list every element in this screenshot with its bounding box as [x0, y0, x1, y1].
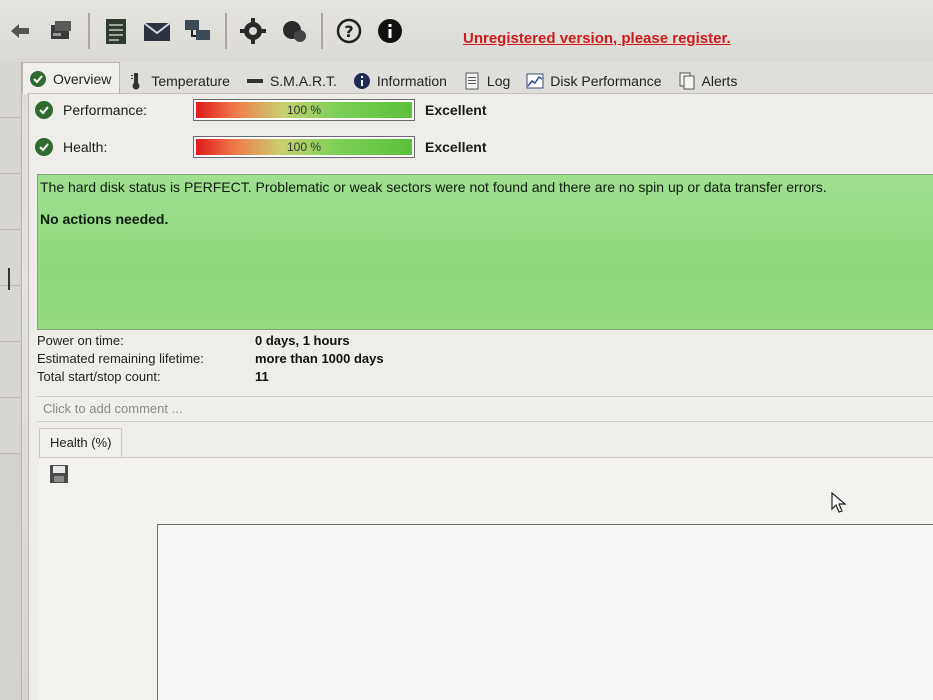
toolbar-separator	[225, 13, 227, 49]
svg-text:?: ?	[344, 22, 353, 41]
tab-label: Disk Performance	[550, 72, 662, 89]
tab-label: Log	[486, 72, 511, 89]
info-icon	[353, 72, 371, 90]
performance-label: Performance:	[63, 102, 148, 118]
health-chart-panel	[39, 457, 933, 700]
performance-bar: 100 %	[193, 99, 415, 121]
power-on-time-value: 0 days, 1 hours	[255, 333, 350, 348]
smart-icon	[246, 72, 264, 90]
toolbar-separator	[321, 13, 323, 49]
performance-value: 100 %	[286, 103, 322, 117]
network-icon[interactable]	[178, 11, 218, 51]
check-icon	[35, 138, 53, 156]
health-chart-area	[157, 524, 933, 700]
sidebar-cell[interactable]	[0, 286, 20, 342]
performance-rating: Excellent	[425, 102, 487, 118]
tab-label: Overview	[53, 70, 112, 87]
remaining-lifetime-value: more than 1000 days	[255, 351, 384, 366]
comment-field[interactable]: Click to add comment ...	[37, 396, 933, 422]
help-icon[interactable]: ?	[329, 11, 369, 51]
email-icon[interactable]	[137, 11, 177, 51]
sidebar-cell[interactable]	[0, 342, 20, 398]
toolbar: ? Unregistered version, please register.	[0, 0, 933, 62]
drive-icon[interactable]	[41, 11, 81, 51]
register-link[interactable]: Unregistered version, please register.	[463, 30, 731, 47]
remaining-lifetime-row: Estimated remaining lifetime: more than …	[37, 351, 384, 369]
tab-overview[interactable]: Overview	[22, 62, 121, 94]
health-rating: Excellent	[425, 139, 487, 155]
mouse-cursor-icon	[831, 491, 849, 514]
sidebar-cell[interactable]	[0, 118, 20, 174]
info-icon[interactable]	[370, 11, 410, 51]
sidebar-cell[interactable]	[0, 398, 20, 454]
tab-smart[interactable]: S.M.A.R.T.	[239, 66, 346, 94]
arrow-left-icon[interactable]	[0, 11, 40, 51]
tab-label: S.M.A.R.T.	[269, 72, 337, 89]
tab-alerts[interactable]: Alerts	[671, 66, 747, 94]
splitter-handle[interactable]	[8, 268, 10, 290]
toolbar-separator	[88, 13, 90, 49]
power-on-time-label: Power on time:	[37, 333, 124, 348]
save-icon[interactable]	[49, 464, 69, 484]
tab-health-percent[interactable]: Health (%)	[39, 428, 123, 458]
tab-log[interactable]: Log	[456, 66, 519, 94]
tab-label: Temperature	[151, 72, 230, 89]
settings-gear-icon[interactable]	[233, 11, 273, 51]
tab-label: Alerts	[701, 72, 738, 89]
performance-row: Performance: 100 % Excellent	[35, 97, 486, 123]
status-message: The hard disk status is PERFECT. Problem…	[40, 179, 827, 195]
check-icon	[35, 101, 53, 119]
sidebar-cell[interactable]	[0, 230, 20, 286]
health-label: Health:	[63, 139, 108, 155]
disk-performance-icon	[526, 72, 544, 90]
health-bar: 100 %	[193, 136, 415, 158]
tab-information[interactable]: Information	[346, 66, 456, 94]
alerts-icon	[678, 72, 696, 90]
sidebar-cell[interactable]	[0, 174, 20, 230]
thermometer-icon	[127, 72, 145, 90]
start-stop-row: Total start/stop count: 11	[37, 369, 269, 387]
app-window: ? Unregistered version, please register.…	[0, 0, 933, 700]
power-on-time-row: Power on time: 0 days, 1 hours	[37, 333, 350, 351]
health-value: 100 %	[286, 140, 322, 154]
tab-bar: Overview Temperature S.M.A.R.T. Informat…	[22, 60, 933, 94]
tab-temperature[interactable]: Temperature	[120, 66, 239, 94]
tab-disk-performance[interactable]: Disk Performance	[519, 66, 670, 94]
left-sidebar-strip	[0, 62, 22, 700]
status-box: The hard disk status is PERFECT. Problem…	[37, 174, 933, 330]
sidebar-cell[interactable]	[0, 62, 20, 118]
start-stop-label: Total start/stop count:	[37, 369, 161, 384]
start-stop-value: 11	[255, 369, 269, 384]
health-row: Health: 100 % Excellent	[35, 134, 486, 160]
check-icon	[29, 70, 47, 88]
tab-label: Information	[376, 72, 447, 89]
tools-icon[interactable]	[274, 11, 314, 51]
status-action: No actions needed.	[40, 211, 169, 227]
log-icon	[463, 72, 481, 90]
overview-panel: Performance: 100 % Excellent Health: 100…	[28, 93, 933, 700]
notepad-icon[interactable]	[96, 11, 136, 51]
remaining-lifetime-label: Estimated remaining lifetime:	[37, 351, 204, 366]
